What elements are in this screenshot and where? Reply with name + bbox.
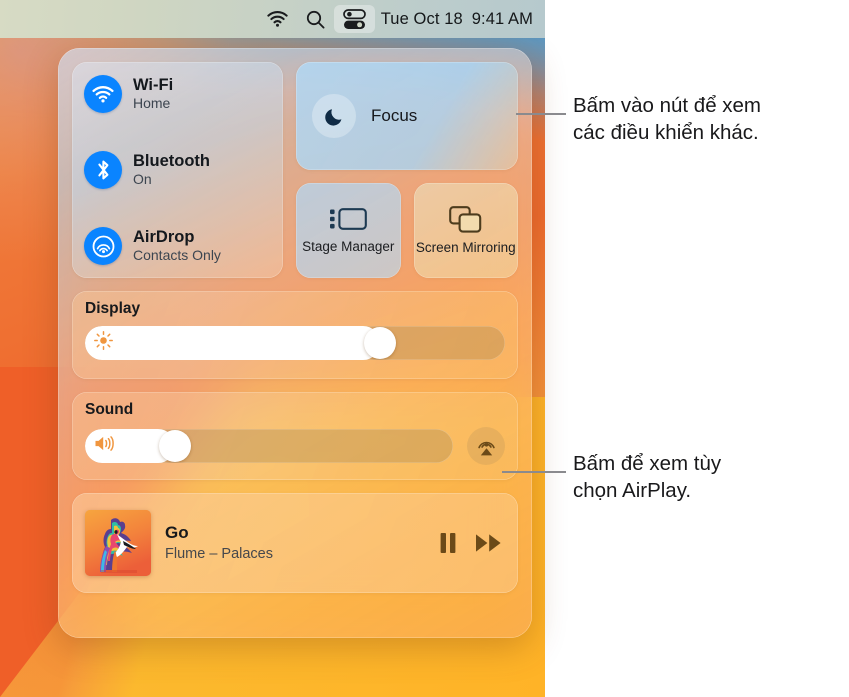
sound-title: Sound — [85, 401, 134, 418]
stage-manager-label: Stage Manager — [302, 239, 395, 255]
display-title: Display — [85, 300, 141, 317]
track-subtitle: Flume – Palaces — [165, 545, 273, 562]
display-tile: Display — [72, 291, 518, 379]
bluetooth-icon[interactable] — [84, 151, 122, 189]
wifi-control[interactable]: Wi-Fi Home — [84, 75, 271, 113]
control-center-right-column: Focus Stage Manager Screen Mirroring — [296, 62, 518, 278]
control-center-panel: Wi-Fi Home Bluetooth On AirDrop Contacts… — [58, 48, 532, 638]
display-slider-knob[interactable] — [363, 327, 396, 359]
bluetooth-subtitle: On — [133, 170, 152, 187]
callout-airplay: Bấm để xem tùy chọn AirPlay. — [573, 452, 722, 503]
fast-forward-icon[interactable] — [475, 533, 502, 553]
now-playing-tile[interactable]: Go Flume – Palaces — [72, 493, 518, 593]
moon-icon — [312, 94, 356, 138]
search-icon[interactable] — [297, 5, 334, 33]
pause-icon[interactable] — [439, 532, 457, 554]
sound-volume-slider[interactable] — [85, 429, 453, 463]
airdrop-text: AirDrop Contacts Only — [133, 228, 221, 264]
album-art — [85, 510, 151, 576]
connectivity-tile: Wi-Fi Home Bluetooth On AirDrop Contacts… — [72, 62, 283, 278]
airdrop-subtitle: Contacts Only — [133, 246, 221, 263]
airdrop-title: AirDrop — [133, 228, 195, 247]
stage-manager-tile[interactable]: Stage Manager — [296, 183, 401, 278]
wifi-title: Wi-Fi — [133, 76, 174, 95]
now-playing-text: Go Flume – Palaces — [165, 523, 425, 563]
playback-controls — [439, 532, 502, 554]
stage-manager-icon — [330, 208, 368, 230]
wifi-text: Wi-Fi Home — [133, 76, 173, 112]
control-center-top-row: Wi-Fi Home Bluetooth On AirDrop Contacts… — [72, 62, 518, 278]
focus-tile[interactable]: Focus — [296, 62, 518, 170]
control-center-icon[interactable] — [333, 5, 375, 33]
screen-mirroring-icon — [449, 205, 482, 233]
bluetooth-title: Bluetooth — [133, 152, 210, 171]
wifi-icon[interactable] — [84, 75, 122, 113]
display-slider-row — [85, 326, 505, 360]
mini-tiles-row: Stage Manager Screen Mirroring — [296, 183, 518, 278]
screen-mirroring-label: Screen Mirroring — [415, 239, 516, 255]
bluetooth-control[interactable]: Bluetooth On — [84, 151, 271, 189]
sound-slider-row — [85, 427, 505, 465]
airdrop-control[interactable]: AirDrop Contacts Only — [84, 227, 271, 265]
sound-tile: Sound — [72, 392, 518, 480]
focus-label: Focus — [371, 106, 418, 125]
menu-bar-time: 9:41 AM — [471, 9, 533, 28]
menu-bar: Tue Oct 18 9:41 AM — [0, 0, 545, 38]
display-brightness-slider[interactable] — [85, 326, 505, 360]
wifi-icon[interactable] — [258, 5, 297, 33]
wifi-subtitle: Home — [133, 94, 171, 111]
callout-control-center: Bấm vào nút để xem các điều khiển khác. — [573, 94, 762, 145]
callout-leader-line-1 — [516, 113, 566, 115]
menu-bar-clock[interactable]: Tue Oct 18 9:41 AM — [375, 10, 533, 29]
callout-leader-line-2 — [502, 471, 566, 473]
screen-mirroring-tile[interactable]: Screen Mirroring — [413, 183, 518, 278]
track-title: Go — [165, 523, 189, 543]
airplay-audio-icon[interactable] — [467, 427, 505, 465]
menu-bar-date: Tue Oct 18 — [380, 9, 463, 28]
bluetooth-text: Bluetooth On — [133, 152, 210, 188]
sound-slider-knob[interactable] — [159, 430, 192, 462]
airdrop-icon[interactable] — [84, 227, 122, 265]
display-slider-fill — [85, 326, 380, 360]
